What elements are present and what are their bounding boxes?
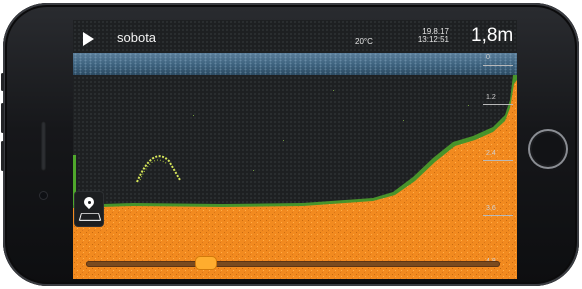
timeline-thumb[interactable] bbox=[196, 257, 217, 269]
timeline-track[interactable] bbox=[86, 261, 500, 267]
map-pin-dot bbox=[87, 200, 91, 204]
depth-scale-label: 0 bbox=[486, 54, 490, 61]
map-button[interactable] bbox=[75, 192, 103, 226]
status-bar: sobota 20°C 19.8.17 13:12:51 1,8m bbox=[73, 20, 517, 53]
home-button[interactable] bbox=[528, 129, 568, 169]
volume-down-button bbox=[1, 141, 4, 171]
sonar-screen: sobota 20°C 19.8.17 13:12:51 1,8m 0 1.2 … bbox=[73, 20, 517, 279]
water-temperature: 20°C bbox=[355, 37, 373, 46]
play-icon[interactable] bbox=[83, 32, 94, 46]
lake-bottom bbox=[73, 80, 517, 279]
mute-switch bbox=[1, 73, 4, 91]
time-text: 13:12:51 bbox=[417, 35, 449, 44]
depth-scale-label: 2.4 bbox=[486, 150, 496, 157]
front-camera bbox=[40, 192, 47, 199]
depth-scale-label: 3.6 bbox=[486, 205, 496, 212]
depth-readout: 1,8m bbox=[471, 25, 514, 46]
fish-arch-inner bbox=[139, 159, 168, 181]
depth-scale-tick bbox=[483, 104, 513, 105]
depth-scale-label: 1.2 bbox=[486, 94, 496, 101]
noise-specks bbox=[193, 90, 469, 171]
map-icon bbox=[78, 212, 102, 221]
depth-scale-tick bbox=[483, 160, 513, 161]
timestamp: 19.8.17 13:12:51 bbox=[413, 28, 449, 44]
earpiece-speaker bbox=[41, 121, 46, 171]
depth-scale-tick bbox=[483, 65, 513, 66]
session-title: sobota bbox=[117, 30, 157, 45]
fish-arch bbox=[136, 155, 181, 183]
depth-scale-tick bbox=[483, 215, 513, 216]
surface-noise bbox=[73, 53, 517, 75]
volume-up-button bbox=[1, 103, 4, 133]
